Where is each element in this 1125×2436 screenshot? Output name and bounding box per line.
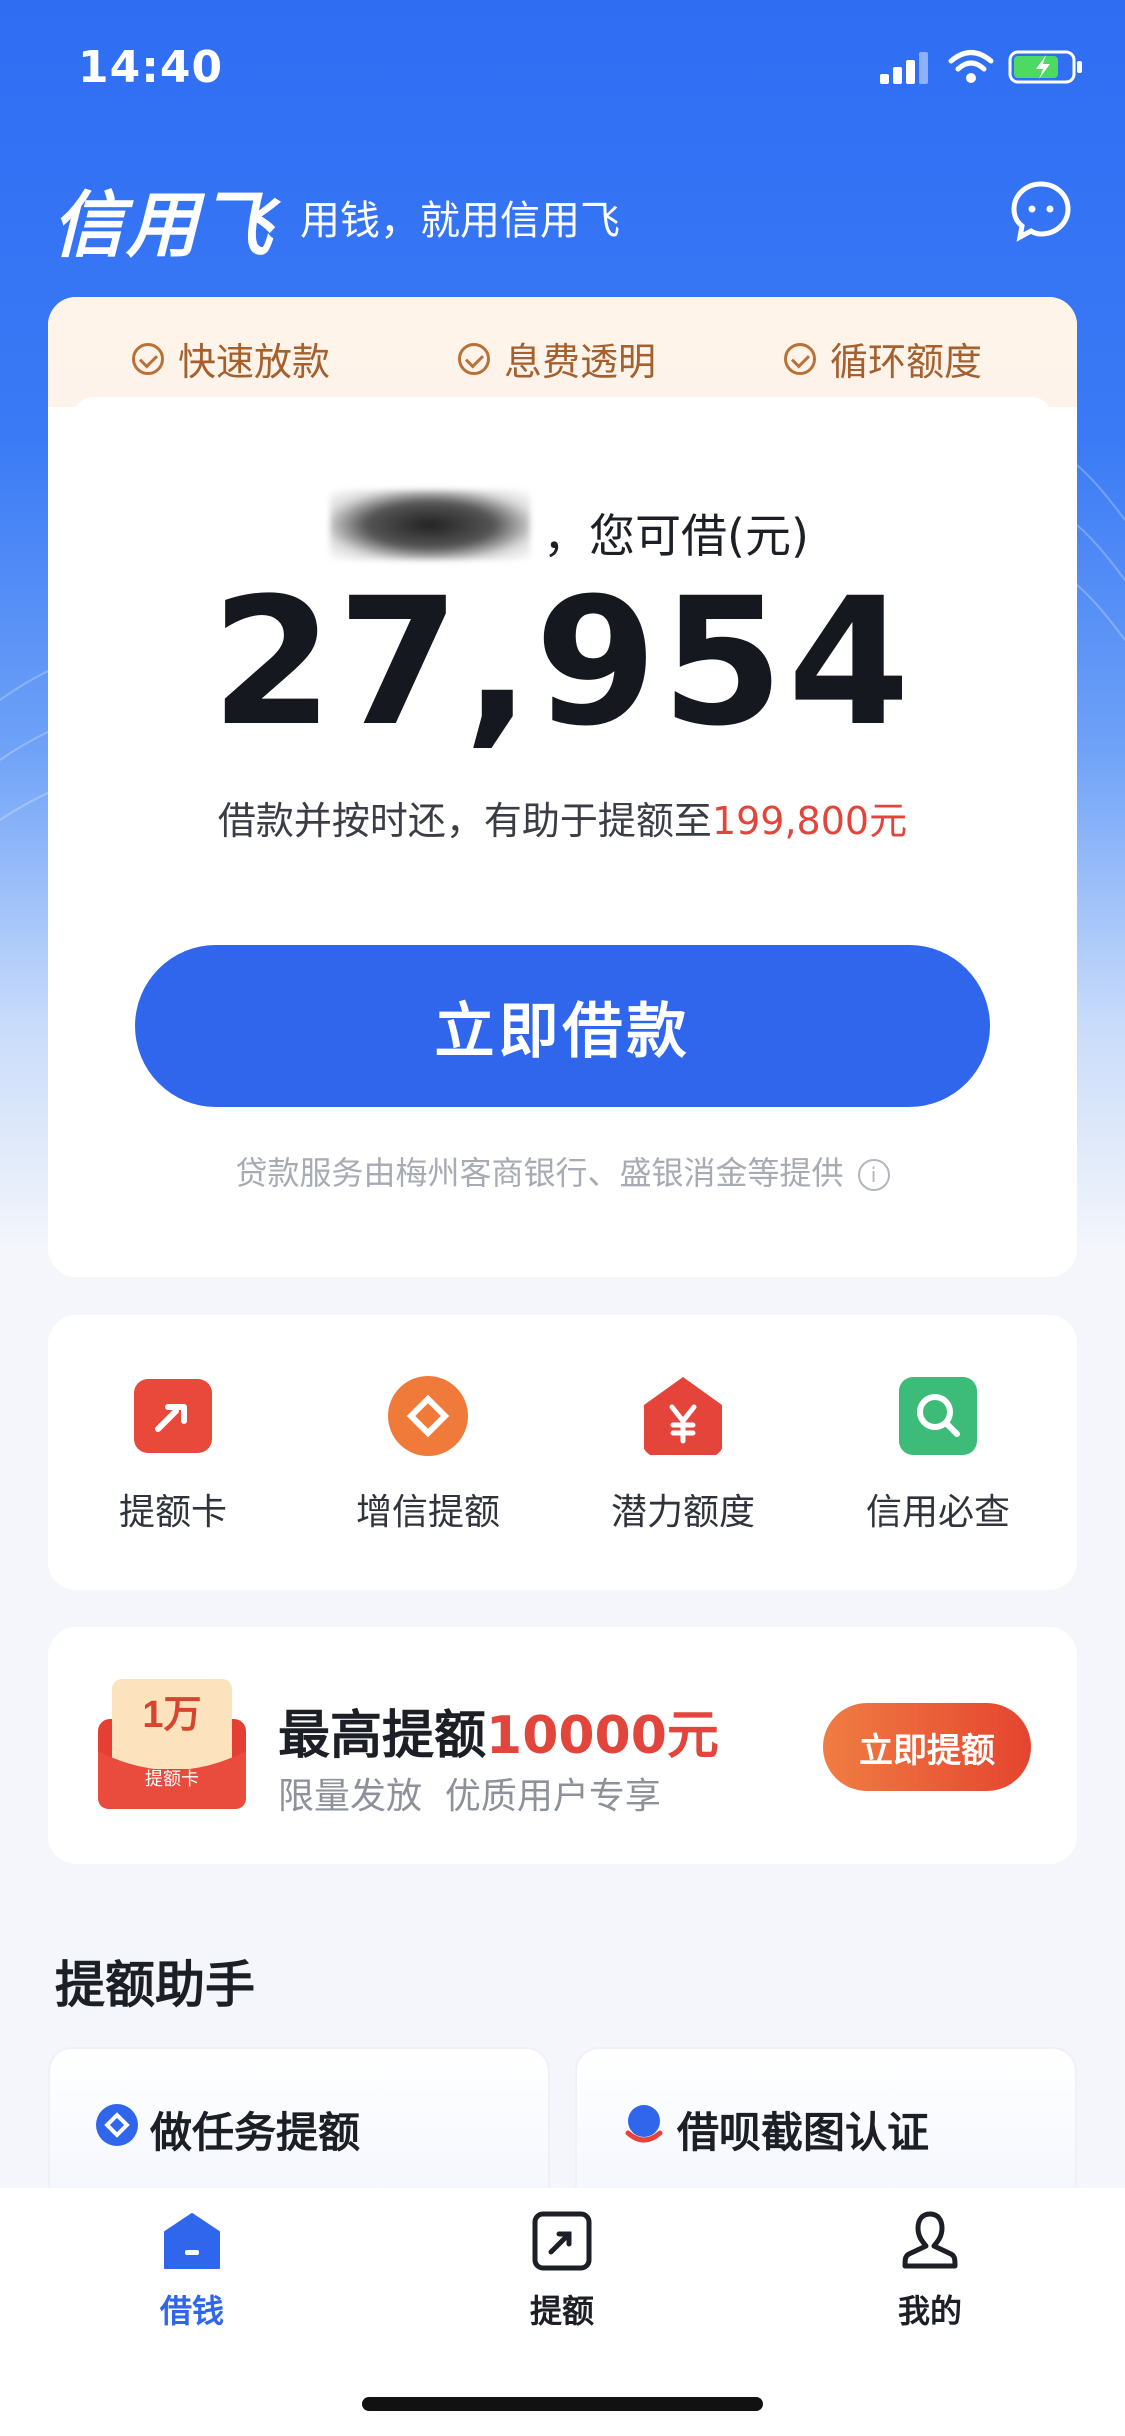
card-arrow-icon: [134, 1379, 212, 1453]
borrow-now-button[interactable]: 立即借款: [135, 945, 990, 1107]
profile-icon: [902, 2211, 958, 2269]
check-circle-icon: [132, 342, 164, 375]
shortcut-potential-quota[interactable]: 潜力额度: [583, 1375, 783, 1535]
battery-icon: [1008, 50, 1082, 84]
promo-title: 最高提额10000元: [278, 1706, 719, 1766]
envelope-amount: 1万: [142, 1694, 201, 1736]
status-bar: 14:40: [0, 0, 1125, 130]
can-borrow-label: ，您可借(元): [543, 509, 809, 563]
brand-logo: 信用飞: [52, 183, 275, 267]
quota-icon: [532, 2211, 592, 2271]
app-header: 信用飞 用钱，就用信用飞: [0, 160, 1125, 267]
slogan: 用钱，就用信用飞: [300, 198, 620, 244]
provider-note: 贷款服务由梅州客商银行、盛银消金等提供 i: [0, 1148, 1125, 1194]
raise-quota-button[interactable]: 立即提额: [823, 1703, 1031, 1791]
promo-subtitle: 限量发放 优质用户专享: [278, 1776, 661, 1817]
diamond-coin-icon: [388, 1376, 468, 1456]
promo-card[interactable]: 1万 提额卡 最高提额10000元 限量发放 优质用户专享 立即提额: [48, 1627, 1077, 1864]
wifi-icon: [948, 50, 994, 83]
info-icon[interactable]: i: [857, 1159, 890, 1191]
tab-profile[interactable]: 我的: [830, 2210, 1030, 2332]
shortcut-quota-card[interactable]: 提额卡: [73, 1375, 273, 1535]
shortcut-credit-check[interactable]: 信用必查: [838, 1375, 1038, 1535]
available-amount: 27,954: [210, 560, 915, 765]
shortcut-card: 提额卡 增信提额 潜力额度 信用必查: [48, 1315, 1077, 1590]
cellular-signal-icon: [880, 52, 928, 84]
feature-item: 循环额度: [784, 331, 982, 386]
feature-item: 息费透明: [458, 331, 656, 386]
loan-card: 快速放款 息费透明 循环额度: [48, 297, 1077, 1277]
chat-bubble-icon[interactable]: [1010, 180, 1072, 242]
home-indicator: [362, 2397, 763, 2411]
yen-house-icon: [644, 1377, 722, 1455]
tab-quota[interactable]: 提额: [462, 2210, 662, 2332]
feature-item: 快速放款: [132, 331, 330, 386]
envelope-label: 提额卡: [145, 1769, 199, 1789]
jiebei-icon: [625, 2105, 663, 2143]
status-time: 14:40: [78, 42, 224, 93]
tab-borrow[interactable]: 借钱: [92, 2210, 292, 2332]
section-title-assistant: 提额助手: [55, 1956, 255, 2014]
feature-strip: 快速放款 息费透明 循环额度: [48, 297, 1077, 407]
task-diamond-icon: [96, 2104, 138, 2146]
check-circle-icon: [784, 342, 816, 375]
check-circle-icon: [458, 342, 490, 375]
redacted-name: [330, 490, 530, 560]
raise-hint: 借款并按时还，有助于提额至199,800元: [217, 799, 908, 843]
home-icon: [164, 2213, 220, 2269]
search-icon: [899, 1377, 977, 1455]
red-envelope-icon: 1万 提额卡: [98, 1679, 246, 1809]
shortcut-credit-boost[interactable]: 增信提额: [328, 1375, 528, 1535]
